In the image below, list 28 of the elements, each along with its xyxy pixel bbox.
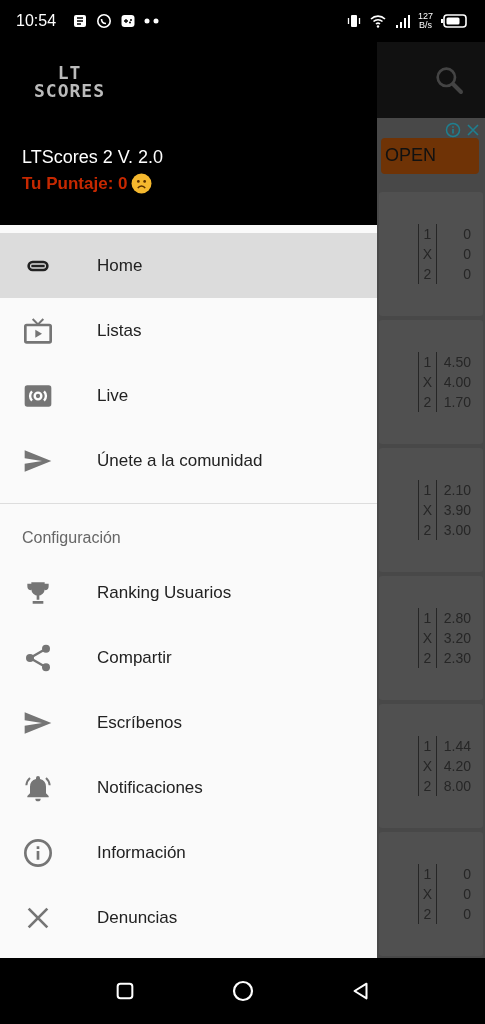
- more-dots-icon: [144, 18, 161, 24]
- vibrate-icon: [345, 13, 362, 29]
- battery-icon: [441, 14, 467, 28]
- menu-item[interactable]: Información: [0, 820, 377, 885]
- menu-item[interactable]: Denuncias: [0, 885, 377, 950]
- chat-bubble-icon: [96, 13, 113, 29]
- info-icon: [22, 836, 54, 869]
- score-text: Tu Puntaje: 0: [22, 173, 128, 195]
- menu-item[interactable]: Home: [0, 233, 377, 298]
- menu-item[interactable]: Ranking Usuarios: [0, 560, 377, 625]
- menu-item[interactable]: Notificaciones: [0, 755, 377, 820]
- app-logo: LT SCORES: [33, 64, 106, 100]
- section-title: Configuración: [21, 528, 122, 548]
- app-version: LTScores 2 V. 2.0: [22, 146, 165, 169]
- menu-item[interactable]: Live: [0, 363, 377, 428]
- menu-item[interactable]: Escríbenos: [0, 690, 377, 755]
- speed-unit: B/s: [417, 21, 433, 30]
- menu-item[interactable]: Listas: [0, 298, 377, 363]
- news-icon: [72, 13, 89, 29]
- menu-item[interactable]: Compartir: [0, 625, 377, 690]
- clock-time: 10:54: [16, 11, 57, 31]
- wifi-icon: [369, 13, 386, 29]
- sad-face-icon: [131, 173, 153, 195]
- gamepad-icon: [120, 13, 137, 29]
- menu-item[interactable]: Únete a la comunidad: [0, 428, 377, 493]
- home-button[interactable]: [230, 979, 255, 1003]
- signal-icon: [393, 13, 410, 29]
- network-speed: 127: [417, 12, 433, 21]
